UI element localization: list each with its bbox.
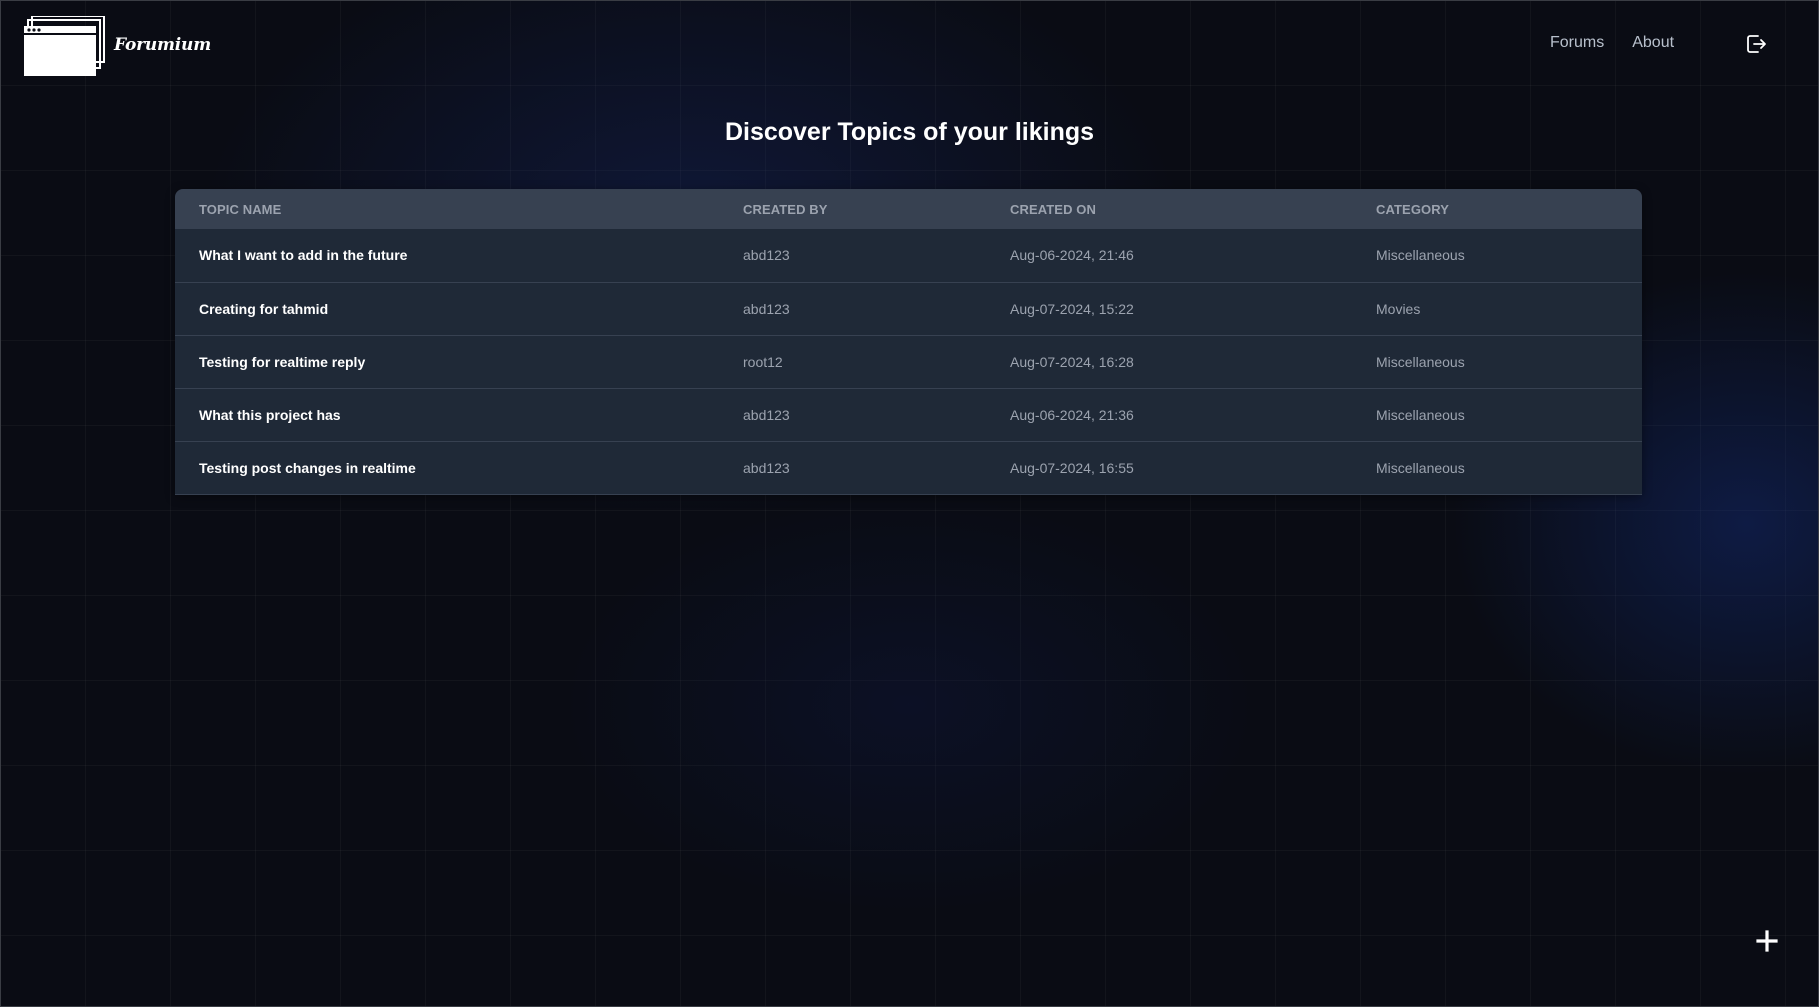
column-header-created-by: CREATED BY <box>743 201 828 217</box>
category-cell: Miscellaneous <box>1376 247 1465 264</box>
created-by-cell: abd123 <box>743 300 790 317</box>
column-header-category: CATEGORY <box>1376 201 1450 217</box>
topics-table-container: TOPIC NAME CREATED BY CREATED ON CATEGOR… <box>175 189 1642 495</box>
created-on-cell: Aug-07-2024, 16:28 <box>1010 353 1134 370</box>
created-by-cell: abd123 <box>743 247 790 264</box>
topic-name-cell[interactable]: What this project has <box>175 388 719 441</box>
nav-link-forums[interactable]: Forums <box>1550 34 1604 52</box>
created-on-cell: Aug-07-2024, 16:55 <box>1010 459 1134 476</box>
main-nav: Forums About <box>1550 34 1674 52</box>
topic-name-cell[interactable]: Testing for realtime reply <box>175 335 719 388</box>
created-on-cell: Aug-06-2024, 21:46 <box>1010 247 1134 264</box>
table-row[interactable]: What I want to add in the future abd123 … <box>175 229 1642 282</box>
topic-name-cell[interactable]: What I want to add in the future <box>175 229 719 282</box>
created-on-cell: Aug-07-2024, 15:22 <box>1010 300 1134 317</box>
category-cell: Movies <box>1376 300 1421 317</box>
column-header-created-on: CREATED ON <box>1010 201 1096 217</box>
table-row[interactable]: What this project has abd123 Aug-06-2024… <box>175 388 1642 441</box>
table-row[interactable]: Testing post changes in realtime abd123 … <box>175 441 1642 494</box>
table-row[interactable]: Creating for tahmid abd123 Aug-07-2024, … <box>175 282 1642 335</box>
topic-name-cell[interactable]: Testing post changes in realtime <box>175 441 719 494</box>
nav-link-about[interactable]: About <box>1632 34 1674 52</box>
column-header-topic-name: TOPIC NAME <box>199 201 282 217</box>
created-by-cell: abd123 <box>743 406 790 423</box>
page-title: Discover Topics of your likings <box>724 118 1095 146</box>
created-on-cell: Aug-06-2024, 21:36 <box>1010 406 1134 423</box>
logout-button[interactable] <box>1744 32 1768 56</box>
created-by-cell: root12 <box>743 353 783 370</box>
plus-icon <box>1756 930 1778 952</box>
window-frame <box>0 0 1819 1007</box>
brand-logo[interactable]: Forumium <box>24 16 211 76</box>
table-row[interactable]: Testing for realtime reply root12 Aug-07… <box>175 335 1642 388</box>
logout-icon <box>1747 35 1766 53</box>
table-header-row: TOPIC NAME CREATED BY CREATED ON CATEGOR… <box>175 189 1642 229</box>
topics-table: TOPIC NAME CREATED BY CREATED ON CATEGOR… <box>175 189 1642 495</box>
category-cell: Miscellaneous <box>1376 353 1465 370</box>
category-cell: Miscellaneous <box>1376 459 1465 476</box>
topic-name-cell[interactable]: Creating for tahmid <box>175 282 719 335</box>
browser-windows-icon <box>24 16 105 76</box>
brand-name: Forumium <box>114 35 211 55</box>
top-navbar: Forumium Forums About <box>0 0 1819 92</box>
category-cell: Miscellaneous <box>1376 406 1465 423</box>
add-topic-button[interactable] <box>1756 930 1778 952</box>
created-by-cell: abd123 <box>743 459 790 476</box>
